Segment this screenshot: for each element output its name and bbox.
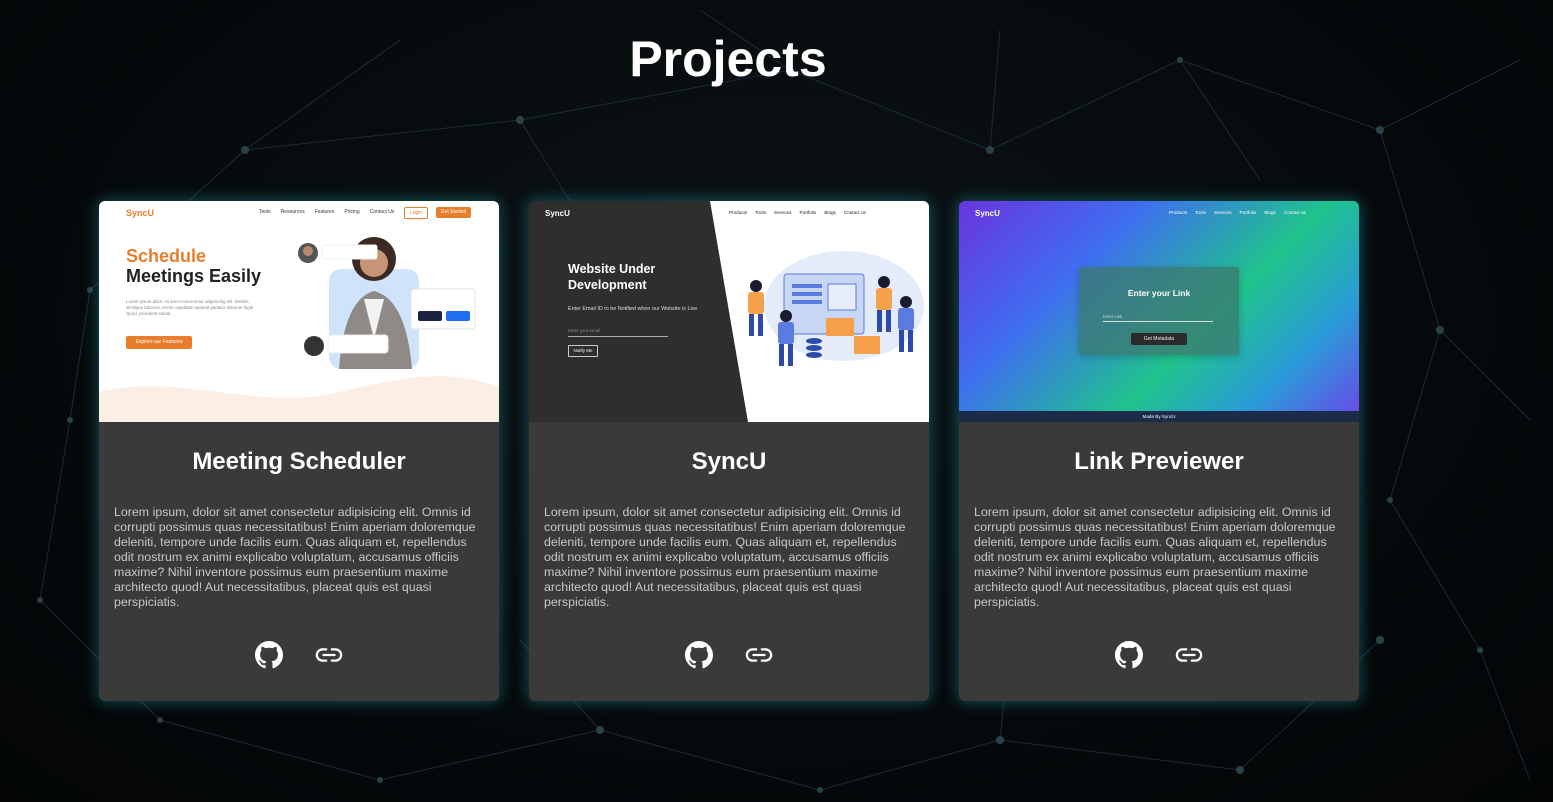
preview-nav-item: Tools: [755, 210, 766, 215]
preview-footer: Made By SyncU: [959, 411, 1359, 422]
project-links: [529, 641, 929, 669]
preview-logo: SyncU: [975, 209, 1000, 218]
preview-nav-item: Tools: [259, 209, 271, 215]
project-title: Link Previewer: [1074, 448, 1244, 475]
link-icon[interactable]: [1175, 641, 1203, 669]
preview-paragraph: Lorem ipsum dolor, sit amet consectetur …: [126, 299, 254, 316]
link-icon[interactable]: [315, 641, 343, 669]
preview-email-input: Enter your email: [568, 328, 668, 337]
project-description: Lorem ipsum, dolor sit amet consectetur …: [114, 505, 476, 609]
preview-get-metadata-button: Get Metadata: [1131, 333, 1187, 345]
preview-link-input: Enter Link: [1103, 314, 1213, 322]
project-preview-image[interactable]: SyncU Tools Resources Features Pricing C…: [99, 201, 499, 422]
preview-nav-item: Resources: [280, 209, 305, 215]
preview-nav-item: Contact Us: [369, 209, 395, 215]
project-card-meeting-scheduler: SyncU Tools Resources Features Pricing C…: [99, 201, 499, 701]
preview-nav-item: Tools: [1195, 210, 1206, 215]
preview-subtext: Enter Email ID to be Notified when our W…: [568, 306, 698, 312]
project-preview-image[interactable]: SyncU Products Tools Services Portfolio …: [529, 201, 929, 422]
preview-nav-item: Portfolio: [799, 210, 817, 215]
project-preview-image[interactable]: SyncU Products Tools Services Portfolio …: [959, 201, 1359, 422]
project-description: Lorem ipsum, dolor sit amet consectetur …: [544, 505, 906, 609]
preview-nav-item: Portfolio: [1239, 210, 1257, 215]
preview-cta-button: Explore our Features: [126, 336, 192, 349]
preview-nav-item: Services: [1213, 210, 1232, 215]
preview-nav-item: Contact us: [843, 210, 866, 215]
preview-login-button: Login: [404, 207, 428, 219]
preview-logo: SyncU: [126, 208, 155, 218]
preview-get-started-button: Get Started: [436, 207, 471, 218]
github-icon[interactable]: [1115, 641, 1143, 669]
preview-nav-item: Products: [1169, 210, 1188, 215]
projects-grid: SyncU Tools Resources Features Pricing C…: [99, 201, 1359, 701]
preview-hero-illustration: [298, 237, 476, 369]
preview-headline-2: Meetings Easily: [126, 266, 262, 286]
preview-headline: Website Under Development: [568, 262, 656, 292]
preview-nav: Tools Resources Features Pricing Contact…: [259, 209, 394, 215]
preview-nav-item: Features: [314, 209, 335, 215]
preview-nav-item: Blogs: [824, 210, 836, 215]
preview-nav-item: Services: [773, 210, 792, 215]
preview-nav-item: Products: [729, 210, 748, 215]
preview-nav: Products Tools Services Portfolio Blogs …: [1169, 210, 1306, 215]
page-title: Projects: [629, 31, 827, 87]
preview-nav-item: Blogs: [1264, 210, 1276, 215]
preview-headline-1: Schedule: [126, 246, 207, 266]
projects-page: Projects SyncU Tools Resources Features …: [0, 0, 1553, 802]
github-icon[interactable]: [685, 641, 713, 669]
link-icon[interactable]: [745, 641, 773, 669]
project-card-syncu: SyncU Products Tools Services Portfolio …: [529, 201, 929, 701]
project-title: Meeting Scheduler: [192, 448, 406, 475]
project-description: Lorem ipsum, dolor sit amet consectetur …: [974, 505, 1336, 609]
preview-team-illustration: [748, 251, 924, 366]
project-card-link-previewer: SyncU Products Tools Services Portfolio …: [959, 201, 1359, 701]
github-icon[interactable]: [255, 641, 283, 669]
preview-nav-item: Pricing: [344, 209, 360, 215]
preview-notify-button: Notify Me: [568, 345, 598, 357]
preview-nav-item: Contact us: [1283, 210, 1306, 215]
preview-logo: SyncU: [545, 209, 570, 218]
project-links: [99, 641, 499, 669]
project-links: [959, 641, 1359, 669]
preview-box-title: Enter your Link: [1127, 288, 1191, 298]
project-title: SyncU: [691, 448, 767, 475]
preview-nav: Products Tools Services Portfolio Blogs …: [729, 210, 866, 215]
